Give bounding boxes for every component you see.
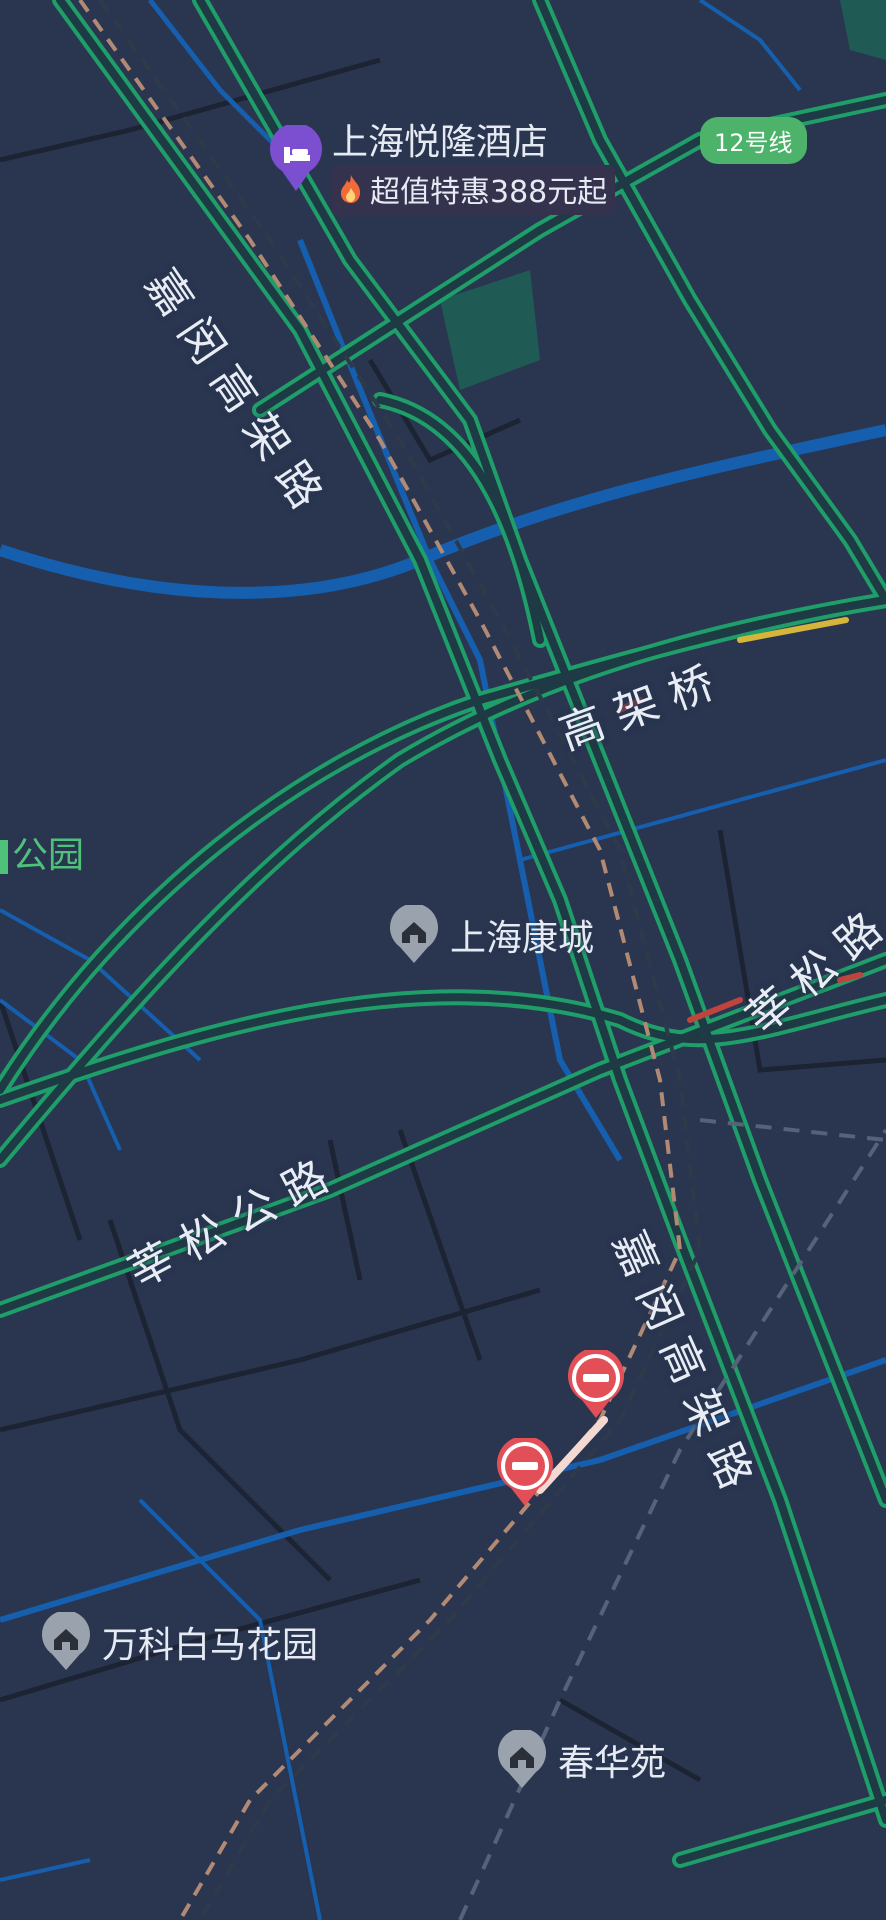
fire-icon <box>338 174 364 204</box>
bed-icon <box>268 123 324 193</box>
residential-icon <box>40 1610 92 1672</box>
hotel-promo-badge: 超值特惠388元起 <box>332 165 616 215</box>
metro-line-badge[interactable]: 12号线 <box>700 117 807 164</box>
park-icon-partial <box>0 840 8 874</box>
map-canvas[interactable]: 嘉闵高架路 高架桥 莘松路 莘松公路 嘉闵高架路 上海悦隆酒店 超值特惠388元… <box>0 0 886 1920</box>
hotel-name: 上海悦隆酒店 <box>332 122 549 163</box>
park-label-text: 公园 <box>12 835 85 876</box>
poi-name: 万科白马花园 <box>102 1625 319 1666</box>
no-entry-icon <box>568 1347 624 1418</box>
residential-icon <box>388 903 440 965</box>
hotel-promo-text: 超值特惠388元起 <box>370 175 608 210</box>
park-label[interactable]: 公园 <box>0 826 84 878</box>
poi-chunhuayuan[interactable]: 春华苑 <box>496 1728 667 1790</box>
no-entry-icon <box>497 1435 553 1506</box>
road-closure-marker[interactable] <box>566 1347 626 1420</box>
residential-icon <box>496 1728 548 1790</box>
poi-name: 上海康城 <box>450 918 595 959</box>
road-closure-marker[interactable] <box>495 1435 555 1508</box>
poi-shanghai-kangcheng[interactable]: 上海康城 <box>388 903 595 965</box>
poi-vanke-baima[interactable]: 万科白马花园 <box>40 1610 319 1672</box>
hotel-poi[interactable]: 上海悦隆酒店 超值特惠388元起 <box>268 122 616 215</box>
poi-name: 春华苑 <box>558 1743 667 1784</box>
